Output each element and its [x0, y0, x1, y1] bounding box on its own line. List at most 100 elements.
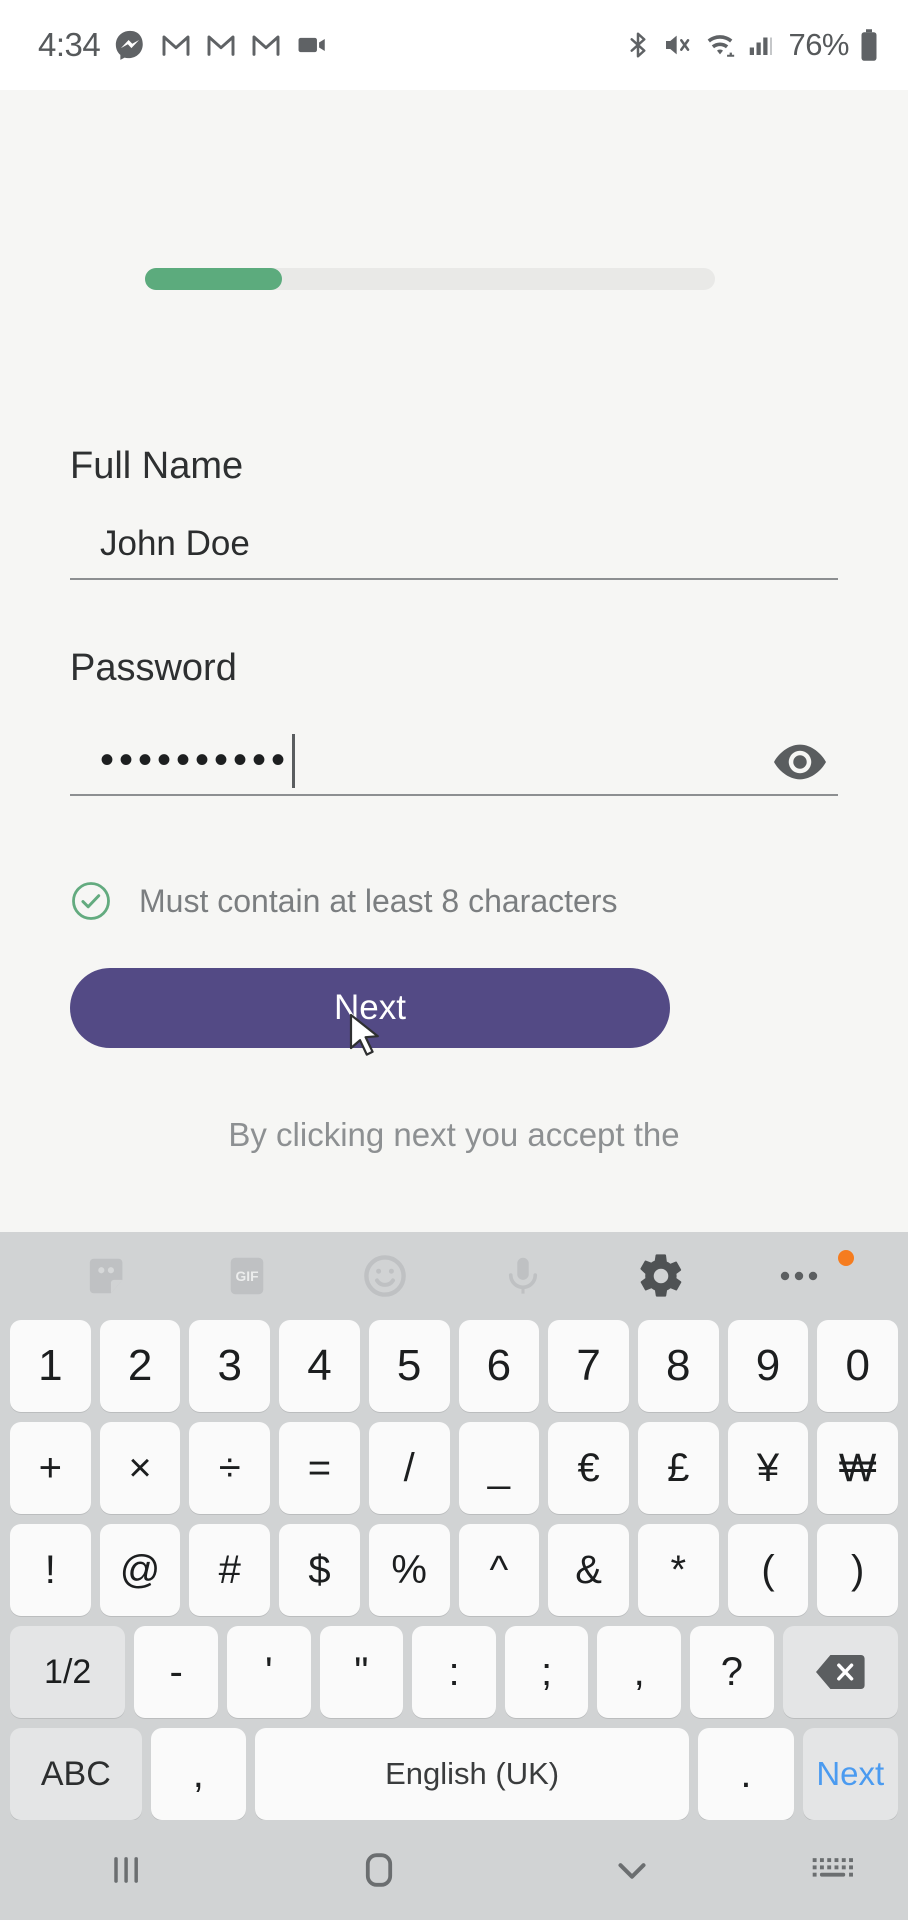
key-0[interactable]: 0: [817, 1320, 899, 1412]
progress-track: [145, 268, 715, 290]
hide-keyboard-button[interactable]: [505, 1820, 758, 1920]
status-bar-right: 76%: [623, 27, 880, 63]
full-name-input[interactable]: John Doe: [70, 524, 838, 578]
key-)[interactable]: ): [817, 1524, 899, 1616]
bluetooth-icon: [630, 32, 646, 58]
key-&[interactable]: &: [548, 1524, 629, 1616]
backspace-icon: [816, 1655, 865, 1689]
system-navigation-bar: [0, 1820, 908, 1920]
key-4[interactable]: 4: [279, 1320, 360, 1412]
next-button[interactable]: Next: [70, 968, 670, 1048]
key-/[interactable]: /: [368, 1422, 450, 1514]
eye-icon: [774, 744, 826, 780]
key-¥[interactable]: ¥: [727, 1422, 809, 1514]
keyboard-switch-button[interactable]: [758, 1820, 908, 1920]
sticker-button[interactable]: [40, 1232, 178, 1320]
more-options-button[interactable]: [730, 1232, 868, 1320]
key-;[interactable]: ;: [504, 1626, 589, 1718]
password-requirement-row: Must contain at least 8 characters: [70, 880, 617, 922]
keyboard-key-rows: 1 2 3 4 5 6 7 8 9 0 + × ÷ = / _ € £ ¥ ₩! @ # $% ^ & *() 1/2- ' ":;,?…: [0, 1320, 908, 1820]
key-3[interactable]: 3: [189, 1320, 271, 1412]
page-toggle-key[interactable]: 1/2: [10, 1626, 126, 1718]
key-#[interactable]: #: [189, 1524, 271, 1616]
password-label: Password: [70, 647, 237, 689]
password-reveal-button[interactable]: [774, 744, 826, 780]
key-![interactable]: !: [10, 1524, 91, 1616]
microphone-button[interactable]: [454, 1232, 592, 1320]
keyboard-row: 1234567890: [6, 1320, 902, 1412]
password-underline: [70, 794, 838, 796]
key-*[interactable]: *: [637, 1524, 719, 1616]
status-bar: 4:34 76%: [0, 0, 908, 90]
key-^[interactable]: ^: [458, 1524, 540, 1616]
on-screen-keyboard: GIF 1 2 3 4 5 6 7 8 9 0 + × ÷ = / _ € £ …: [0, 1232, 908, 1820]
recents-button[interactable]: [0, 1820, 253, 1920]
text-caret: [292, 734, 296, 788]
battery-icon: [861, 29, 877, 61]
gmail-icon: [162, 35, 190, 56]
home-icon: [365, 1853, 393, 1887]
phone-screen: 4:34 76% Full Name John Doe Password •••…: [0, 0, 908, 1920]
keyboard-settings-button[interactable]: [592, 1232, 730, 1320]
full-name-underline: [70, 578, 838, 580]
cellular-signal-icon: [750, 37, 773, 55]
key-9[interactable]: 9: [727, 1320, 809, 1412]
key-([interactable]: (: [727, 1524, 809, 1616]
keyboard-toolbar: GIF: [0, 1232, 908, 1320]
abc-key[interactable]: ABC: [10, 1728, 142, 1820]
progress-fill: [145, 268, 282, 290]
keyboard-switch-icon: [812, 1858, 853, 1877]
backspace-key[interactable]: [782, 1626, 899, 1718]
key-7[interactable]: 7: [548, 1320, 629, 1412]
home-button[interactable]: [253, 1820, 506, 1920]
key-×[interactable]: ×: [99, 1422, 181, 1514]
key-=[interactable]: =: [279, 1422, 360, 1514]
key-,[interactable]: ,: [597, 1626, 682, 1718]
key-6[interactable]: 6: [458, 1320, 540, 1412]
gif-button[interactable]: GIF: [178, 1232, 316, 1320]
key-%[interactable]: %: [368, 1524, 450, 1616]
video-camera-icon: [298, 37, 325, 53]
battery-percent-label: 76%: [788, 27, 849, 62]
key-'[interactable]: ': [226, 1626, 311, 1718]
full-name-label: Full Name: [70, 445, 244, 487]
key-_[interactable]: _: [458, 1422, 540, 1514]
hide-keyboard-icon: [618, 1863, 646, 1879]
gear-icon: [640, 1254, 682, 1297]
emoji-button[interactable]: [316, 1232, 454, 1320]
comma-key[interactable]: ,: [150, 1728, 247, 1820]
svg-text:GIF: GIF: [236, 1269, 259, 1284]
key-?[interactable]: ?: [690, 1626, 774, 1718]
key-:[interactable]: :: [412, 1626, 496, 1718]
emoji-icon: [364, 1255, 406, 1297]
key-@[interactable]: @: [99, 1524, 181, 1616]
key-1[interactable]: 1: [10, 1320, 91, 1412]
key-£[interactable]: £: [637, 1422, 719, 1514]
key-€[interactable]: €: [548, 1422, 629, 1514]
key-2[interactable]: 2: [99, 1320, 181, 1412]
key-₩[interactable]: ₩: [817, 1422, 899, 1514]
enter-next-key[interactable]: Next: [802, 1728, 898, 1820]
more-options-icon: [780, 1271, 818, 1281]
space-key[interactable]: English (UK): [255, 1728, 690, 1820]
full-name-value: John Doe: [100, 524, 250, 563]
key-8[interactable]: 8: [637, 1320, 719, 1412]
key-"[interactable]: ": [319, 1626, 404, 1718]
full-name-field-group: Full Name John Doe: [70, 445, 838, 580]
key-$[interactable]: $: [279, 1524, 360, 1616]
recents-icon: [114, 1857, 139, 1883]
gmail-icon: [207, 35, 235, 56]
password-input[interactable]: ••••••••••: [70, 726, 838, 794]
period-key[interactable]: .: [698, 1728, 794, 1820]
terms-text: By clicking next you accept the: [228, 1116, 680, 1153]
next-button-label: Next: [334, 988, 406, 1027]
mute-vibrate-icon: [666, 35, 690, 55]
password-requirement-text: Must contain at least 8 characters: [139, 882, 618, 919]
key--[interactable]: -: [134, 1626, 218, 1718]
gif-icon: GIF: [230, 1257, 264, 1295]
key-+[interactable]: +: [10, 1422, 91, 1514]
key-5[interactable]: 5: [368, 1320, 450, 1412]
notification-badge: [838, 1250, 854, 1266]
keyboard-row: 1/2- ' ":;,?: [6, 1626, 902, 1718]
key-÷[interactable]: ÷: [189, 1422, 271, 1514]
